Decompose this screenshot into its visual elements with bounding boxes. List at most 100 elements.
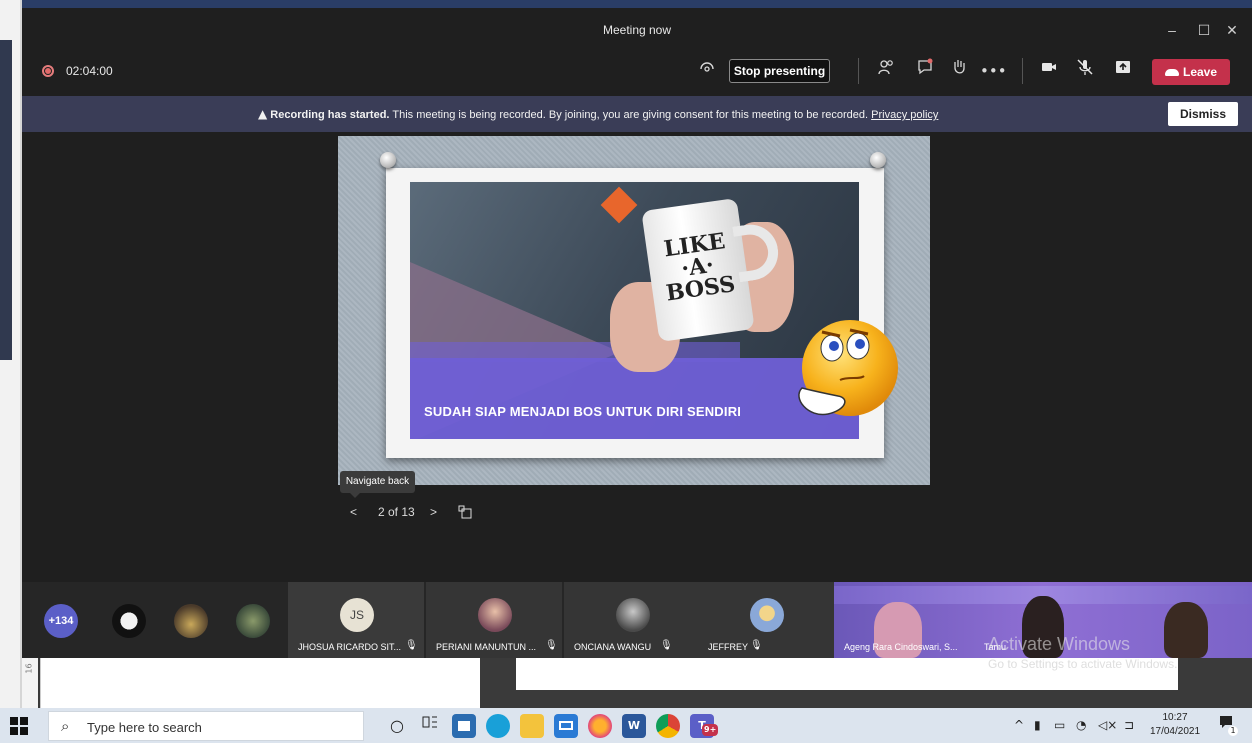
language-icon[interactable]: ⊐ bbox=[1124, 718, 1134, 732]
taskbar-search-box[interactable]: ⌕ Type here to search bbox=[48, 711, 364, 741]
more-participants-badge[interactable]: +134 bbox=[44, 604, 78, 638]
participant-tile[interactable]: PERIANI MANUNTUN ... 🎙 bbox=[426, 582, 562, 658]
recording-message: ▲ Recording has started. This meeting is… bbox=[258, 107, 938, 121]
search-icon: ⌕ bbox=[61, 717, 70, 735]
network-icon[interactable]: ▭ bbox=[1054, 718, 1065, 732]
notifications-icon[interactable]: 1 bbox=[1214, 714, 1238, 738]
participant-initials: JS bbox=[340, 598, 374, 632]
volume-muted-icon[interactable]: ◁× bbox=[1098, 718, 1117, 732]
chat-icon[interactable] bbox=[912, 58, 938, 84]
participant-name: JEFFREY bbox=[708, 642, 749, 652]
participant-tile[interactable]: JEFFREY 🎙 bbox=[698, 582, 834, 658]
slide-caption: SUDAH SIAP MENJADI BOS UNTUK DIRI SENDIR… bbox=[424, 404, 742, 419]
activate-windows-watermark: Activate Windows bbox=[988, 634, 1131, 654]
participant-tile[interactable]: ONCIANA WANGU 🎙 bbox=[564, 582, 700, 658]
phone-hangup-icon bbox=[1164, 69, 1179, 77]
pushpin-icon bbox=[870, 152, 886, 168]
participants-icon[interactable] bbox=[873, 58, 899, 84]
activate-windows-subtext: Go to Settings to activate Windows. bbox=[988, 657, 1178, 671]
privacy-policy-link[interactable]: Privacy policy bbox=[871, 109, 938, 121]
divider bbox=[1022, 58, 1023, 84]
slide-page-indicator: 2 of 13 bbox=[378, 505, 415, 519]
participant-avatar[interactable] bbox=[112, 604, 146, 638]
navigate-back-tooltip: Navigate back bbox=[340, 471, 415, 498]
leave-label: Leave bbox=[1182, 65, 1218, 79]
video-label: Ageng Rara Cindoswari, S... bbox=[844, 642, 958, 652]
participant-name: PERIANI MANUNTUN ... bbox=[436, 642, 537, 652]
firefox-icon[interactable] bbox=[588, 714, 612, 738]
camera-icon[interactable] bbox=[1036, 58, 1062, 84]
stop-presenting-button[interactable]: Stop presenting bbox=[729, 59, 830, 83]
show-hidden-icons[interactable]: ^ bbox=[1014, 718, 1024, 732]
window-title: Meeting now bbox=[602, 23, 672, 37]
system-clock[interactable]: 10:27 17/04/2021 bbox=[1148, 711, 1202, 739]
next-slide-icon[interactable]: > bbox=[430, 505, 437, 519]
leave-button[interactable]: Leave bbox=[1152, 59, 1230, 85]
close-button[interactable]: ✕ bbox=[1222, 20, 1242, 40]
meeting-controls-bar: 02:04:00 Stop presenting ••• Leave bbox=[22, 46, 1252, 96]
taskbar: ⌕ Type here to search ○ W T9+ ^ ▮ ▭ ◔ ◁×… bbox=[0, 708, 1252, 743]
mic-off-icon: 🎙 bbox=[405, 640, 418, 651]
participant-name: ONCIANA WANGU bbox=[574, 642, 652, 652]
screen: 16 Meeting now – ☐ ✕ 02:04:00 Stop prese… bbox=[0, 0, 1252, 743]
previous-slide-icon[interactable]: < bbox=[350, 505, 357, 519]
video-person bbox=[1164, 602, 1208, 658]
share-screen-icon[interactable] bbox=[1110, 58, 1136, 84]
clock-time: 10:27 bbox=[1162, 712, 1188, 723]
teams-icon[interactable]: T9+ bbox=[690, 714, 719, 738]
view-icon[interactable] bbox=[694, 58, 720, 84]
notification-count: 1 bbox=[1228, 726, 1238, 736]
mail-icon[interactable] bbox=[554, 714, 578, 738]
more-actions-button[interactable]: ••• bbox=[980, 58, 1007, 84]
wifi-icon[interactable]: ◔ bbox=[1076, 718, 1086, 732]
search-placeholder: Type here to search bbox=[87, 720, 202, 735]
teams-meeting-window: Meeting now – ☐ ✕ 02:04:00 Stop presenti… bbox=[22, 14, 1252, 658]
participant-avatar[interactable] bbox=[236, 604, 270, 638]
meeting-timer: 02:04:00 bbox=[66, 64, 113, 78]
title-bar: Meeting now – ☐ ✕ bbox=[22, 14, 1252, 46]
task-view-icon[interactable] bbox=[418, 714, 442, 738]
maximize-button[interactable]: ☐ bbox=[1194, 20, 1214, 40]
word-icon[interactable]: W bbox=[622, 714, 646, 738]
windows-start-icon[interactable] bbox=[10, 717, 28, 735]
chrome-icon[interactable] bbox=[656, 714, 680, 738]
mug-text: LIKE ·A· BOSS bbox=[662, 228, 737, 307]
edge-icon[interactable] bbox=[486, 714, 510, 738]
participant-name: JHOSUA RICARDO SIT... bbox=[298, 642, 402, 652]
recording-text: This meeting is being recorded. By joini… bbox=[392, 109, 869, 121]
participant-tile[interactable]: JS JHOSUA RICARDO SIT... 🎙 bbox=[288, 582, 424, 658]
thinking-emoji-icon bbox=[798, 320, 898, 416]
dismiss-button[interactable]: Dismiss bbox=[1168, 102, 1238, 126]
recording-indicator-icon bbox=[42, 65, 54, 77]
mic-off-icon: 🎙 bbox=[750, 640, 763, 651]
microphone-icon[interactable]: ▮ bbox=[1034, 718, 1041, 732]
background-document bbox=[40, 658, 480, 708]
store-icon[interactable] bbox=[452, 714, 476, 738]
clock-date: 17/04/2021 bbox=[1149, 726, 1201, 737]
mug-image: LIKE ·A· BOSS bbox=[641, 197, 782, 343]
slide-frame: LIKE ·A· BOSS SUDAH SIAP MENJADI BOS UNT… bbox=[386, 168, 898, 458]
shared-slide: LIKE ·A· BOSS SUDAH SIAP MENJADI BOS UNT… bbox=[338, 136, 930, 485]
background-app-strip bbox=[0, 0, 22, 708]
cortana-icon[interactable]: ○ bbox=[385, 714, 409, 738]
participant-avatar bbox=[478, 598, 512, 632]
diamond-shape bbox=[600, 186, 638, 224]
recording-banner: ▲ Recording has started. This meeting is… bbox=[22, 96, 1252, 132]
slide-overview-icon[interactable] bbox=[458, 505, 472, 522]
participant-avatar bbox=[616, 598, 650, 632]
divider bbox=[858, 58, 859, 84]
mic-off-icon: 🎙 bbox=[545, 640, 558, 651]
minimize-button[interactable]: – bbox=[1162, 20, 1182, 40]
teams-badge: 9+ bbox=[702, 724, 719, 736]
participant-avatar[interactable] bbox=[174, 604, 208, 638]
background-window-edge bbox=[0, 0, 1252, 8]
participant-avatar bbox=[750, 598, 784, 632]
mic-off-icon: 🎙 bbox=[660, 640, 673, 651]
recording-title: Recording has started. bbox=[270, 109, 390, 121]
raise-hand-icon[interactable] bbox=[946, 58, 972, 84]
document-ruler: 16 bbox=[22, 658, 38, 708]
mic-muted-icon[interactable] bbox=[1072, 58, 1098, 84]
warning-icon: ▲ bbox=[258, 107, 268, 121]
pushpin-icon bbox=[380, 152, 396, 168]
file-explorer-icon[interactable] bbox=[520, 714, 544, 738]
